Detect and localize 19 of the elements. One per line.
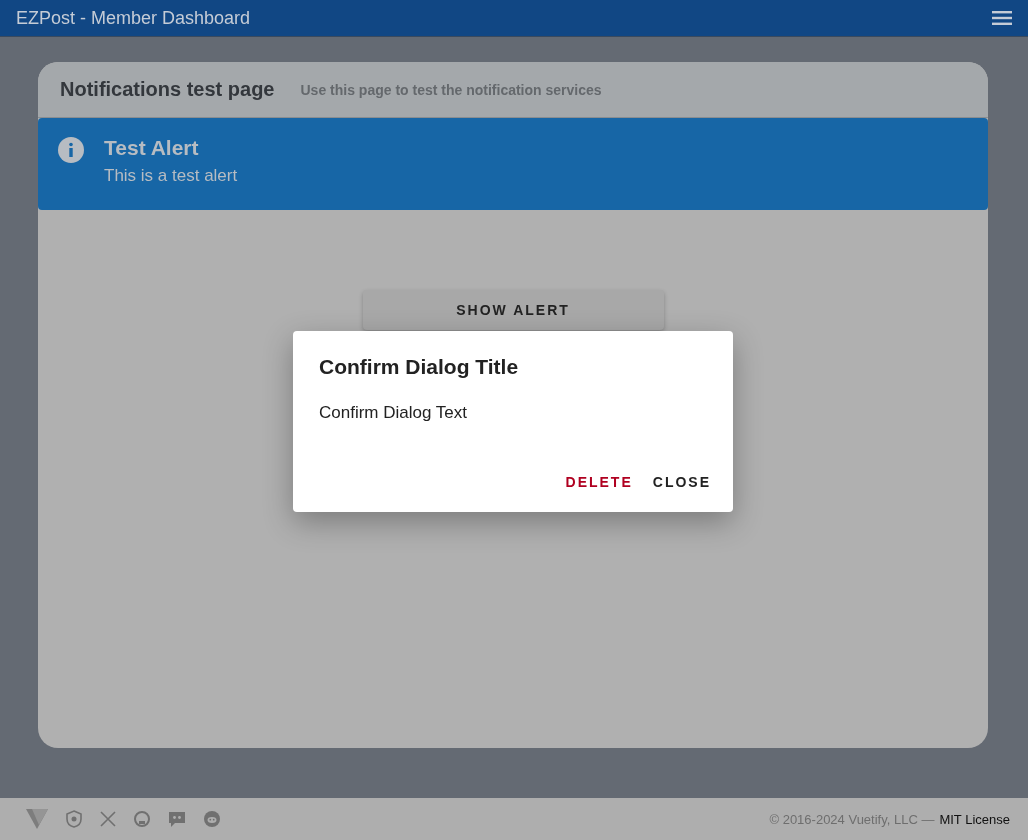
show-alert-button[interactable]: SHOW ALERT (362, 290, 664, 330)
dialog-title: Confirm Dialog Title (319, 355, 520, 379)
alert-title: Test Alert (104, 136, 200, 160)
shield-icon[interactable] (66, 810, 82, 828)
chat-icon[interactable] (168, 810, 186, 828)
copyright-text: © 2016-2024 Vuetify, LLC — (769, 811, 935, 827)
app-title: EZPost - Member Dashboard (16, 7, 251, 29)
info-icon (58, 137, 84, 163)
alert-text: This is a test alert (104, 166, 238, 186)
delete-button[interactable]: DELETE (561, 470, 637, 494)
menu-icon (992, 11, 1012, 25)
logo-icon (26, 809, 48, 829)
dialog-text: Confirm Dialog Text (319, 403, 469, 423)
card-title: Notifications test page (60, 78, 275, 101)
x-icon[interactable] (100, 811, 116, 827)
card-subtitle: Use this page to test the notification services (300, 81, 602, 98)
license-link[interactable]: MIT License (939, 811, 1010, 827)
close-button[interactable]: CLOSE (648, 470, 715, 494)
menu-button[interactable] (992, 11, 1012, 25)
